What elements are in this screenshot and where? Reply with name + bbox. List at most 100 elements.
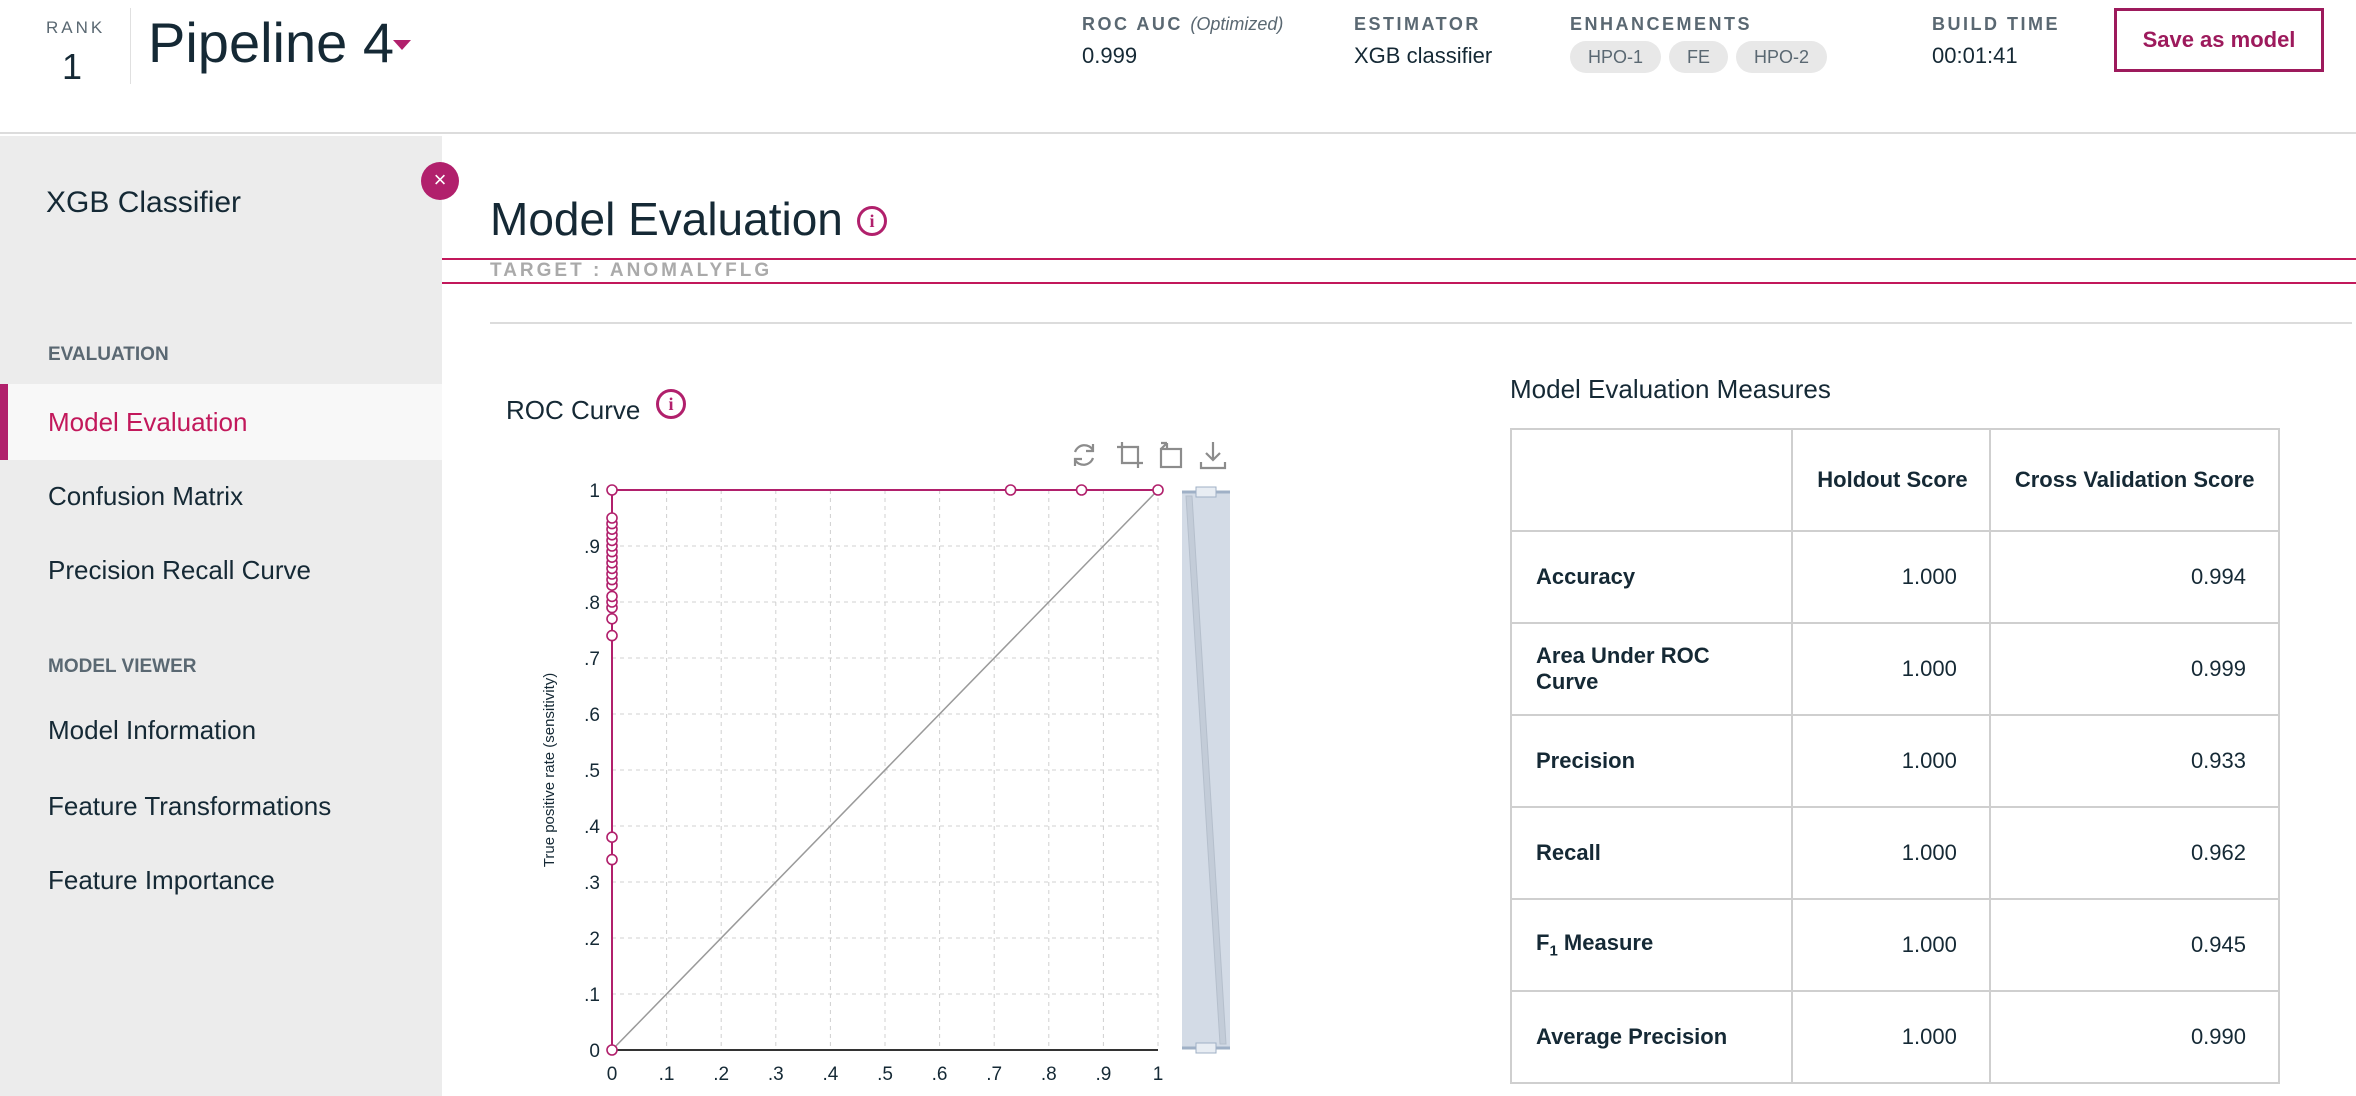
table-header-row: Holdout Score Cross Validation Score — [1509, 428, 2281, 532]
sidebar-section-evaluation: EVALUATION — [48, 344, 169, 365]
build-time-value: 00:01:41 — [1932, 43, 2018, 68]
sidebar-title: XGB Classifier — [46, 186, 242, 219]
enhancement-chip: FE — [1669, 41, 1729, 73]
metric-name: F1 Measure — [1509, 898, 1794, 992]
save-as-model-button[interactable]: Save as model — [2114, 8, 2324, 72]
roc-data-point — [606, 853, 618, 866]
roc-data-point — [606, 629, 618, 642]
table-row: Average Precision 1.000 0.990 — [1509, 990, 2281, 1084]
cv-score: 0.990 — [1988, 990, 2281, 1084]
table-row: Recall 1.000 0.962 — [1509, 806, 2281, 900]
holdout-score: 1.000 — [1791, 990, 1991, 1084]
info-icon[interactable]: i — [857, 206, 887, 236]
roc-data-point — [606, 831, 618, 844]
enhancements-label: ENHANCEMENTS — [1570, 14, 1753, 34]
rank-value: 1 — [62, 46, 83, 87]
x-tick-label: .2 — [713, 1064, 729, 1085]
cv-score: 0.945 — [1988, 898, 2281, 992]
cv-score: 0.994 — [1988, 530, 2281, 624]
metric-name: Precision — [1509, 714, 1794, 808]
header-divider — [130, 8, 131, 84]
metric-name: Accuracy — [1509, 530, 1794, 624]
sidebar-item-confusion-matrix[interactable]: Confusion Matrix — [0, 458, 442, 534]
column-header-holdout: Holdout Score — [1791, 428, 1991, 532]
sidebar-section-model-viewer: MODEL VIEWER — [48, 656, 197, 677]
metric-name: Recall — [1509, 806, 1794, 900]
y-tick-label: 0 — [589, 1041, 600, 1062]
holdout-score: 1.000 — [1791, 530, 1991, 624]
column-header-cv: Cross Validation Score — [1988, 428, 2281, 532]
y-tick-label: .7 — [584, 649, 600, 670]
roc-auc-label-text: ROC AUC — [1082, 14, 1183, 34]
x-tick-label: .5 — [877, 1064, 893, 1085]
enhancement-chips: HPO-1 FE HPO-2 — [1570, 41, 1828, 73]
sidebar-item-feature-importance[interactable]: Feature Importance — [0, 842, 442, 918]
y-tick-label: .3 — [584, 873, 600, 894]
table-row: Area Under ROC Curve 1.000 0.999 — [1509, 622, 2281, 716]
table-row: Precision 1.000 0.933 — [1509, 714, 2281, 808]
holdout-score: 1.000 — [1791, 806, 1991, 900]
x-tick-label: 0 — [607, 1064, 618, 1085]
rank-label: RANK — [46, 18, 106, 37]
title-underline-bottom — [442, 282, 2356, 284]
y-tick-label: .2 — [584, 929, 600, 950]
pipeline-dropdown-icon[interactable] — [393, 40, 411, 50]
enhancement-chip: HPO-2 — [1736, 41, 1828, 73]
estimator-value: XGB classifier — [1354, 43, 1493, 68]
roc-data-point — [1075, 484, 1088, 496]
zoom-reset-icon[interactable] — [1155, 438, 1189, 472]
x-tick-label: 1 — [1153, 1064, 1164, 1085]
sidebar-item-precision-recall-curve[interactable]: Precision Recall Curve — [0, 532, 442, 608]
cv-score: 0.999 — [1988, 622, 2281, 716]
metric-name: Area Under ROC Curve — [1509, 622, 1794, 716]
zoom-handle-grip-bottom — [1195, 1042, 1217, 1054]
holdout-score: 1.000 — [1791, 622, 1991, 716]
roc-auc-stat: ROC AUC (Optimized) 0.999 — [1082, 14, 1283, 69]
roc-data-point — [1152, 484, 1164, 496]
refresh-icon[interactable] — [1067, 438, 1101, 472]
build-time-label: BUILD TIME — [1932, 14, 2060, 34]
roc-data-point — [606, 512, 618, 524]
holdout-score: 1.000 — [1791, 714, 1991, 808]
y-tick-label: .6 — [584, 705, 600, 726]
measures-title: Model Evaluation Measures — [1510, 374, 1831, 404]
x-tick-label: .3 — [768, 1064, 784, 1085]
y-tick-label: .4 — [584, 817, 600, 838]
close-panel-icon[interactable]: × — [421, 162, 459, 200]
y-tick-label: .1 — [584, 985, 600, 1006]
sidebar: XGB Classifier EVALUATION Model Evaluati… — [0, 136, 442, 1096]
roc-auc-sublabel: (Optimized) — [1190, 14, 1284, 34]
roc-auc-label: ROC AUC (Optimized) — [1082, 14, 1283, 35]
y-tick-label: 1 — [589, 481, 600, 502]
sidebar-item-model-evaluation[interactable]: Model Evaluation — [0, 384, 442, 460]
target-label: TARGET : ANOMALYFLG — [490, 260, 773, 281]
y-axis-label: True positive rate (sensitivity) — [541, 673, 558, 868]
column-header-metric — [1509, 428, 1794, 532]
roc-data-point — [1004, 484, 1017, 496]
roc-data-point — [606, 1044, 618, 1056]
enhancements-stat: ENHANCEMENTS HPO-1 FE HPO-2 — [1570, 14, 1828, 73]
roc-curve-title: ROC Curve — [506, 395, 641, 425]
top-header: RANK 1 Pipeline 4 ROC AUC (Optimized) 0.… — [0, 0, 2356, 134]
build-time-stat: BUILD TIME 00:01:41 — [1932, 14, 2060, 69]
y-tick-label: .8 — [584, 593, 600, 614]
sidebar-item-feature-transformations[interactable]: Feature Transformations — [0, 768, 442, 844]
x-tick-label: .4 — [822, 1064, 838, 1085]
measures-table: Holdout Score Cross Validation Score Acc… — [1509, 428, 2281, 1084]
holdout-score: 1.000 — [1791, 898, 1991, 992]
estimator-label: ESTIMATOR — [1354, 14, 1481, 34]
roc-info-icon[interactable]: i — [656, 389, 686, 419]
roc-data-point — [606, 613, 618, 625]
section-divider — [490, 322, 2352, 324]
metric-name-suffix: Measure — [1557, 930, 1654, 956]
roc-auc-value: 0.999 — [1082, 43, 1138, 68]
download-icon[interactable] — [1196, 438, 1230, 472]
page-title: Model Evaluation — [490, 193, 843, 245]
metric-name-f: F — [1536, 930, 1550, 956]
sidebar-item-model-information[interactable]: Model Information — [0, 692, 442, 768]
zoom-select-icon[interactable] — [1113, 438, 1147, 472]
table-row: Accuracy 1.000 0.994 — [1509, 530, 2281, 624]
pipeline-title[interactable]: Pipeline 4 — [148, 10, 394, 75]
roc-data-point — [606, 590, 618, 603]
table-row: F1 Measure 1.000 0.945 — [1509, 898, 2281, 992]
